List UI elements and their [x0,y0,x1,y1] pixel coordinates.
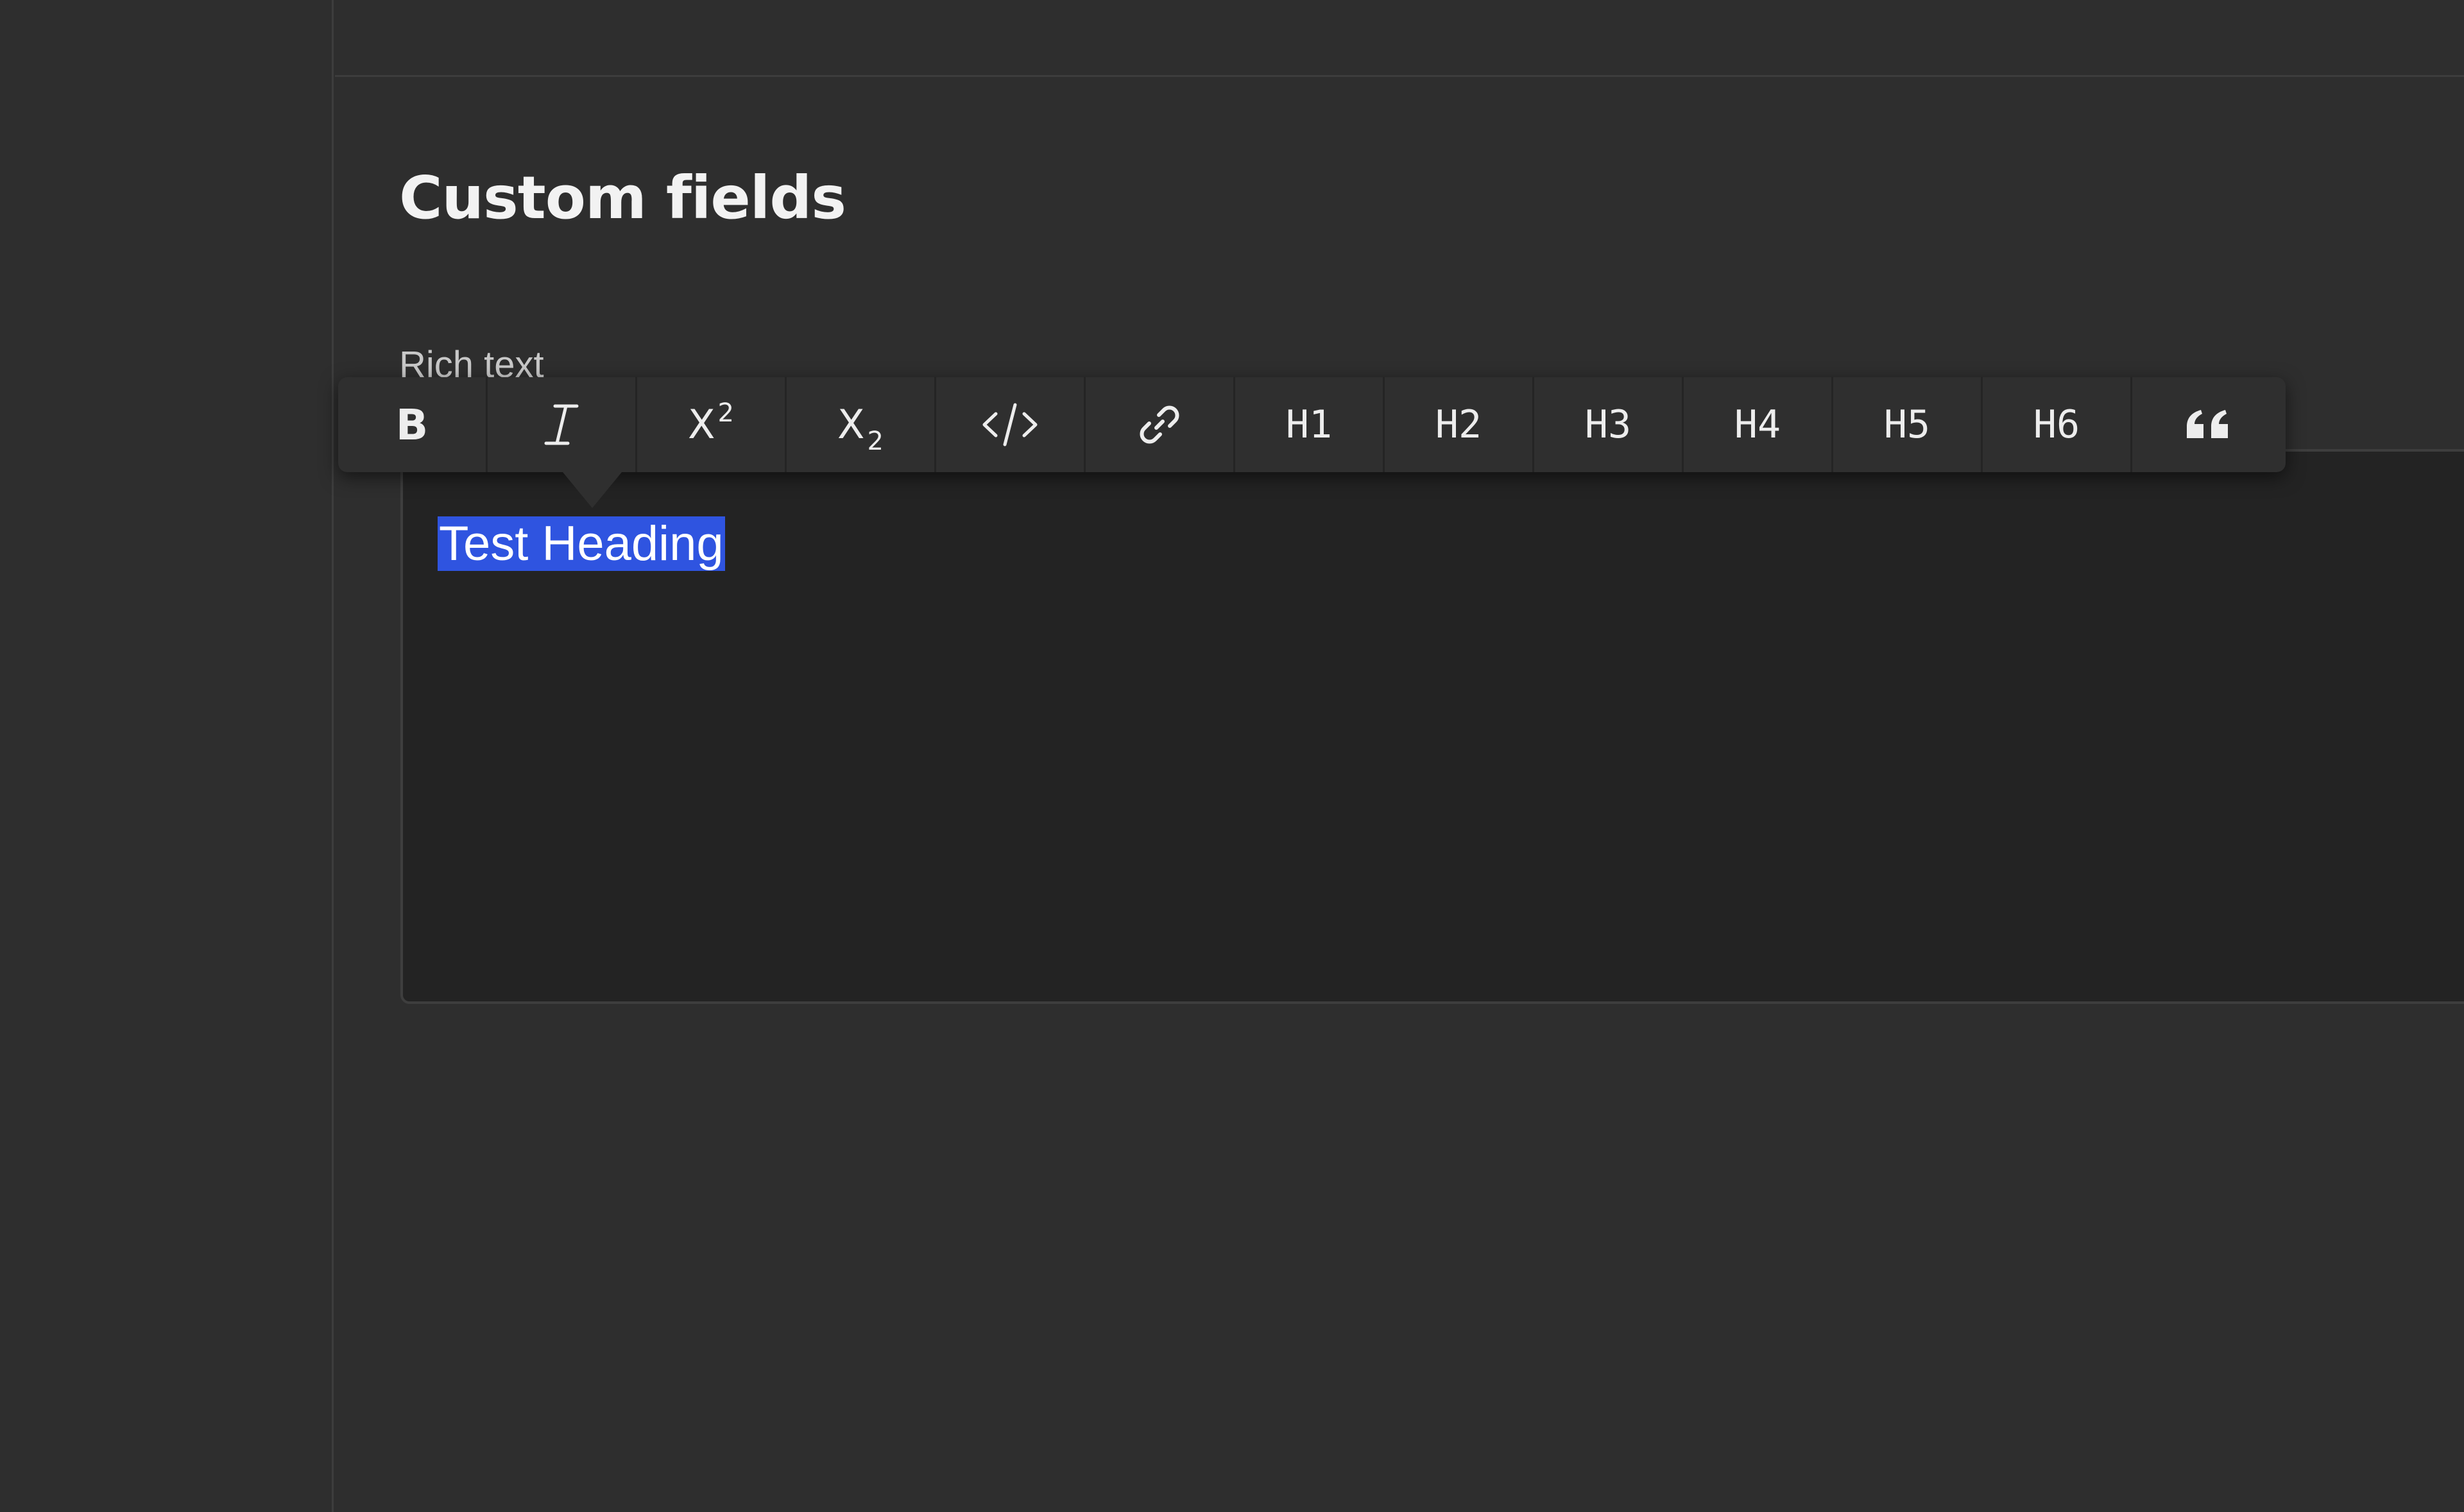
toolbar-pointer [563,472,622,508]
subscript-base: X [837,401,865,448]
heading-5-button[interactable]: H5 [1833,377,1983,472]
blockquote-button[interactable] [2132,377,2282,472]
link-icon [1137,402,1182,447]
editor-content[interactable]: Test Heading [438,513,725,575]
rich-text-editor[interactable]: Test Heading [400,449,2464,1004]
heading-4-button[interactable]: H4 [1684,377,1833,472]
subscript-icon: X2 [837,405,884,455]
heading-6-button[interactable]: H6 [1983,377,2132,472]
bold-button[interactable]: B [338,377,488,472]
heading-3-button[interactable]: H3 [1534,377,1684,472]
link-button[interactable] [1086,377,1235,472]
heading-2-button[interactable]: H2 [1385,377,1534,472]
formatting-toolbar: B X2 X2 H1 H2 H3 H4 H5 H6 [338,377,2286,472]
superscript-base: X [688,401,715,448]
quote-icon [2184,409,2230,441]
h2-label: H2 [1435,402,1482,447]
superscript-mark: 2 [717,398,734,428]
italic-icon [543,403,579,446]
h3-label: H3 [1584,402,1632,447]
superscript-button[interactable]: X2 [637,377,787,472]
sidebar [0,0,334,1512]
top-bar [335,0,2464,77]
heading-1-button[interactable]: H1 [1235,377,1385,472]
superscript-icon: X2 [688,400,734,445]
app-root: Custom fields Rich text Test Heading B X… [0,0,2464,1512]
code-icon [980,402,1040,447]
h1-label: H1 [1285,402,1333,447]
selected-text[interactable]: Test Heading [438,516,725,571]
page-title: Custom fields [399,164,846,232]
subscript-button[interactable]: X2 [787,377,936,472]
h6-label: H6 [2033,402,2080,447]
subscript-mark: 2 [867,427,884,456]
h5-label: H5 [1883,402,1931,447]
italic-button[interactable] [488,377,637,472]
bold-icon: B [395,400,429,450]
code-button[interactable] [936,377,1086,472]
h4-label: H4 [1734,402,1781,447]
